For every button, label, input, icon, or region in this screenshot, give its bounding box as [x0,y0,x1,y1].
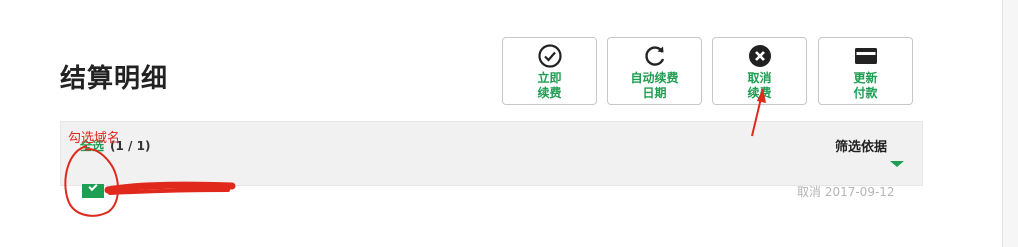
annotation-circle [64,145,119,217]
annotation-arrowhead [757,88,766,103]
annotation-text: 勾选域名 [68,131,121,146]
annotation-overlay [64,88,766,217]
annotation-scribble-2 [108,188,230,195]
